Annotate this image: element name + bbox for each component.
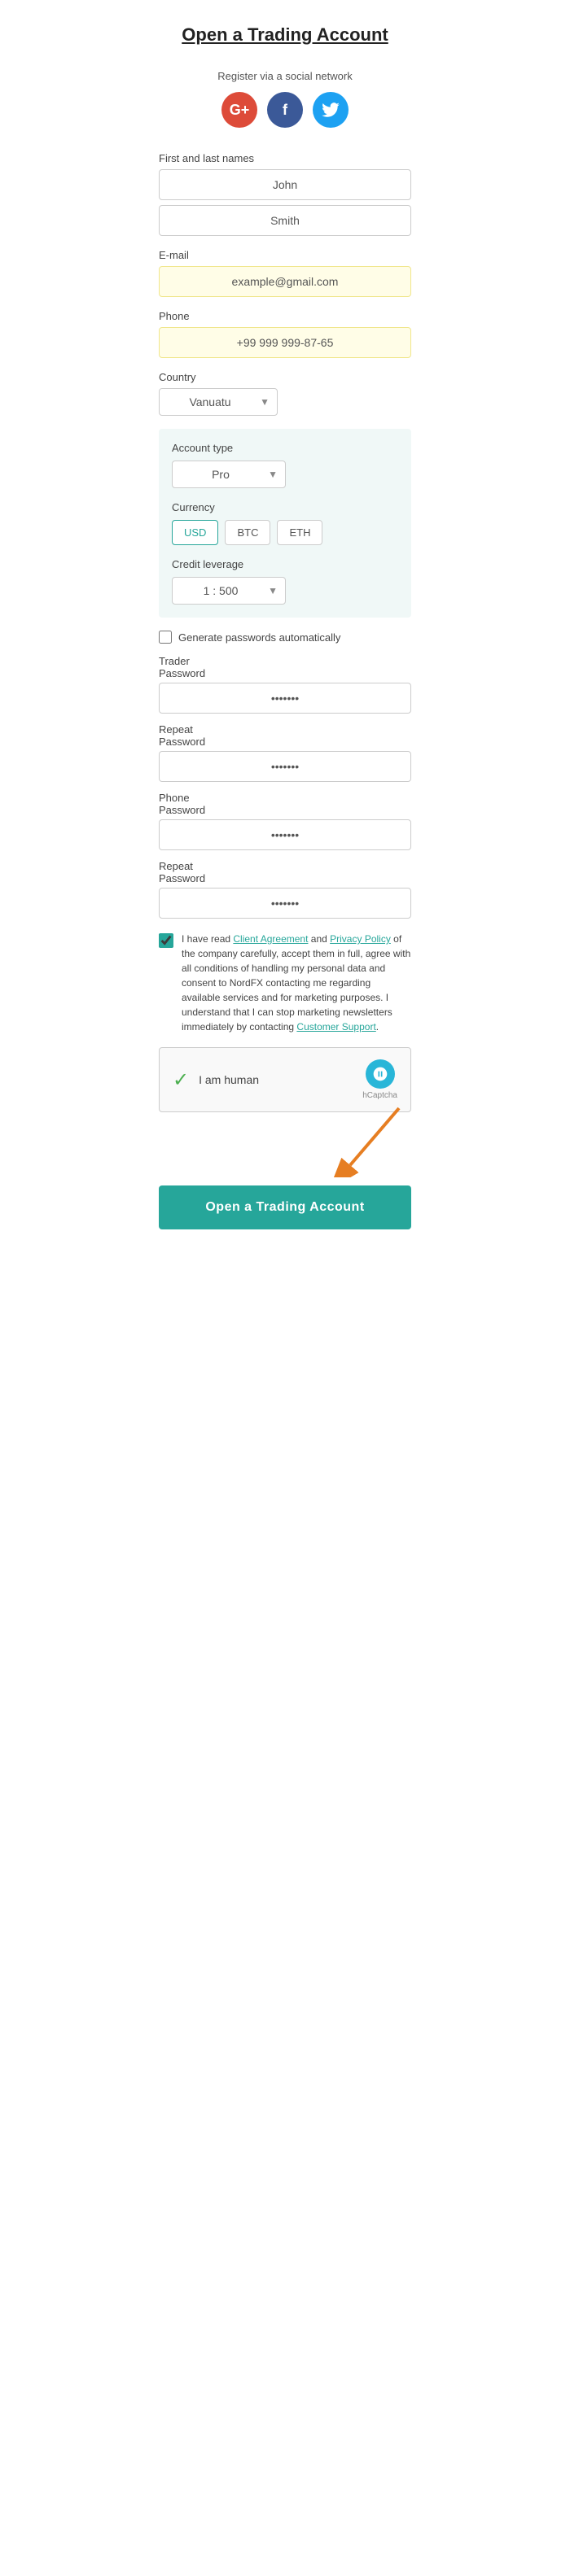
trader-password-input[interactable] — [159, 683, 411, 714]
leverage-select[interactable]: 1 : 100 1 : 200 1 : 500 1 : 1000 — [172, 577, 286, 605]
captcha-box[interactable]: ✓ I am human hCaptcha — [159, 1047, 411, 1112]
google-icon[interactable]: G+ — [221, 92, 257, 128]
password-section: Generate passwords automatically TraderP… — [159, 631, 411, 919]
phone-input[interactable] — [159, 327, 411, 358]
page-title: Open a Trading Account — [159, 24, 411, 46]
social-section: Register via a social network G+ f — [159, 70, 411, 128]
currency-btc[interactable]: BTC — [225, 520, 270, 545]
country-select[interactable]: Vanuatu United States United Kingdom Ger… — [159, 388, 278, 416]
country-select-wrapper: Vanuatu United States United Kingdom Ger… — [159, 388, 278, 416]
currency-eth[interactable]: ETH — [277, 520, 322, 545]
last-name-input[interactable] — [159, 205, 411, 236]
leverage-label: Credit leverage — [172, 558, 398, 570]
captcha-logo: hCaptcha — [362, 1059, 397, 1100]
names-section: First and last names — [159, 152, 411, 236]
currency-buttons: USD BTC ETH — [172, 520, 398, 545]
phone-password-input[interactable] — [159, 819, 411, 850]
email-label: E-mail — [159, 249, 411, 261]
privacy-policy-link[interactable]: Privacy Policy — [330, 933, 391, 945]
client-agreement-link[interactable]: Client Agreement — [233, 933, 308, 945]
generate-label: Generate passwords automatically — [178, 631, 340, 644]
names-label: First and last names — [159, 152, 411, 164]
repeat-password-input[interactable] — [159, 751, 411, 782]
captcha-brand: hCaptcha — [362, 1091, 397, 1100]
captcha-icon — [366, 1059, 395, 1089]
arrow-container — [159, 1129, 411, 1185]
first-name-input[interactable] — [159, 169, 411, 200]
phone-label: Phone — [159, 310, 411, 322]
facebook-icon[interactable]: f — [267, 92, 303, 128]
generate-checkbox[interactable] — [159, 631, 172, 644]
repeat-password-label: RepeatPassword — [159, 723, 411, 748]
country-section: Country Vanuatu United States United Kin… — [159, 371, 411, 416]
account-type-select-wrapper: Pro Standard ECN Demo ▼ — [172, 461, 286, 488]
page-container: Open a Trading Account Register via a so… — [142, 0, 428, 1254]
currency-section: Currency USD BTC ETH — [172, 501, 398, 545]
phone-password-label: PhonePassword — [159, 792, 411, 816]
trader-password-group: TraderPassword — [159, 655, 411, 714]
repeat-phone-password-input[interactable] — [159, 888, 411, 919]
email-input[interactable] — [159, 266, 411, 297]
agreement-checkbox[interactable] — [159, 933, 173, 948]
account-section: Account type Pro Standard ECN Demo ▼ Cur… — [159, 429, 411, 618]
leverage-section: Credit leverage 1 : 100 1 : 200 1 : 500 … — [172, 558, 398, 605]
repeat-phone-password-group: RepeatPassword — [159, 860, 411, 919]
agreement-section: I have read Client Agreement and Privacy… — [159, 932, 411, 1034]
captcha-label: I am human — [199, 1073, 259, 1086]
agreement-text: I have read Client Agreement and Privacy… — [182, 932, 411, 1034]
phone-password-group: PhonePassword — [159, 792, 411, 850]
currency-label: Currency — [172, 501, 398, 513]
captcha-checkmark: ✓ — [173, 1068, 189, 1092]
account-type-select[interactable]: Pro Standard ECN Demo — [172, 461, 286, 488]
account-type-section: Account type Pro Standard ECN Demo ▼ — [172, 442, 398, 488]
account-type-label: Account type — [172, 442, 398, 454]
phone-section: Phone — [159, 310, 411, 358]
email-section: E-mail — [159, 249, 411, 297]
twitter-icon[interactable] — [313, 92, 349, 128]
orange-arrow-svg — [285, 1104, 415, 1177]
repeat-phone-password-label: RepeatPassword — [159, 860, 411, 884]
currency-usd[interactable]: USD — [172, 520, 218, 545]
repeat-password-group: RepeatPassword — [159, 723, 411, 782]
social-label: Register via a social network — [159, 70, 411, 82]
generate-row: Generate passwords automatically — [159, 631, 411, 644]
country-label: Country — [159, 371, 411, 383]
submit-button[interactable]: Open a Trading Account — [159, 1185, 411, 1229]
trader-password-label: TraderPassword — [159, 655, 411, 679]
captcha-left: ✓ I am human — [173, 1068, 259, 1092]
customer-support-link[interactable]: Customer Support — [296, 1021, 375, 1033]
social-icons: G+ f — [159, 92, 411, 128]
leverage-select-wrapper: 1 : 100 1 : 200 1 : 500 1 : 1000 ▼ — [172, 577, 286, 605]
